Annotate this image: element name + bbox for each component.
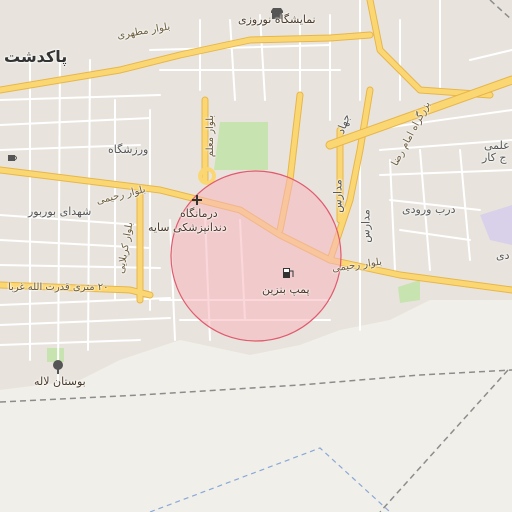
school-label: مدارس <box>359 209 373 243</box>
kar-label: ج کار <box>482 151 507 164</box>
street-label-20m: ۲۰ متری قدرت الله غربا <box>8 282 109 293</box>
map-viewport[interactable]: پاکدشت نمایشگاه نوروزی بلوار مطهری ورزشگ… <box>0 0 512 512</box>
water-boundary <box>149 447 391 512</box>
dentist-label[interactable]: دندانپزشکی سایه <box>148 222 227 234</box>
school-label-2: مدارس <box>331 179 345 213</box>
fuel-station-label[interactable]: پمپ بنزین <box>262 284 310 296</box>
mall-label[interactable]: نمایشگاه نوروزی <box>238 14 316 26</box>
map-base-layer <box>0 0 512 512</box>
cafe-icon[interactable] <box>6 152 18 164</box>
hospital-icon[interactable] <box>191 194 203 206</box>
entrance-label[interactable]: درب ورودی <box>402 204 456 216</box>
park-lale-label[interactable]: بوستان لاله <box>34 376 86 388</box>
road-label-moallem: بلوار معلم <box>205 114 217 158</box>
sport-label[interactable]: ورزشگاه <box>108 144 148 156</box>
park-tree-icon[interactable] <box>52 360 64 374</box>
district-boundary-se <box>379 369 509 512</box>
city-label[interactable]: پاکدشت <box>4 48 67 66</box>
davi-label: دی <box>496 249 510 262</box>
park-area <box>214 122 268 170</box>
street-label-shohada: شهدای بوربور <box>28 205 92 218</box>
clinic-label[interactable]: درمانگاه <box>180 208 218 220</box>
fuel-icon[interactable] <box>281 266 295 280</box>
